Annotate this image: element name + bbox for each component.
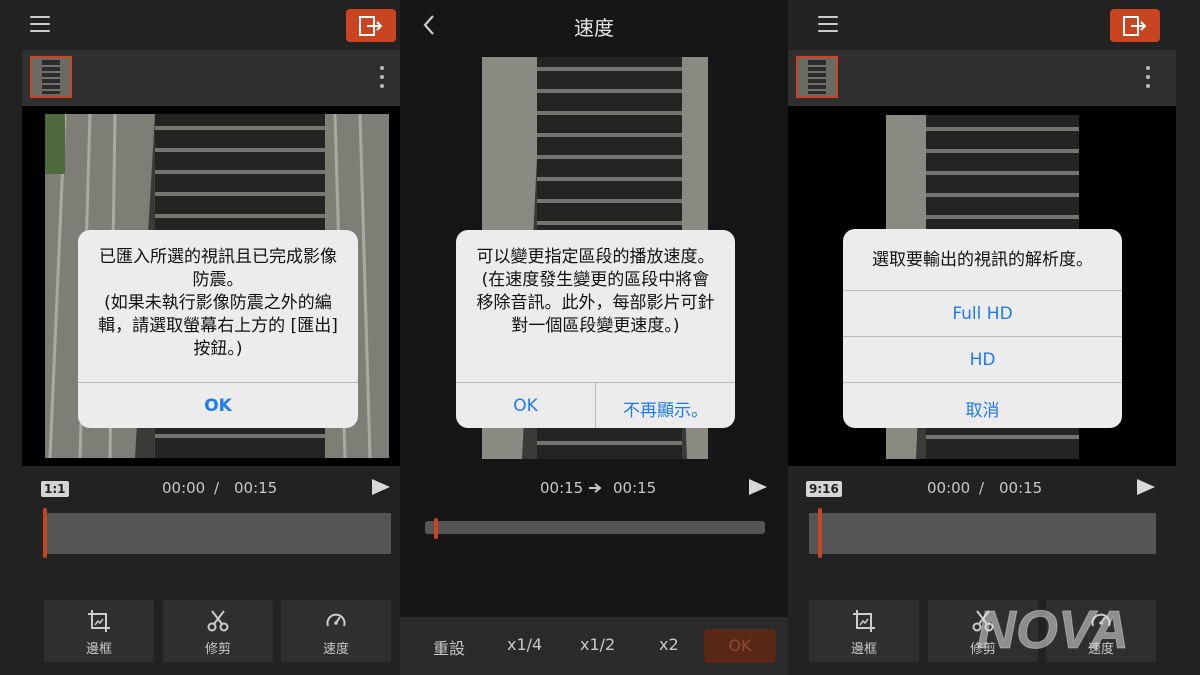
speed-info-dialog: 可以變更指定區段的播放速度。 (在速度發生變更的區段中將會移除音訊。此外，每部影… (456, 230, 735, 428)
dialog-message: 選取要輸出的視訊的解析度。 (872, 250, 1093, 270)
more-icon[interactable] (1145, 66, 1151, 90)
more-icon[interactable] (379, 66, 385, 90)
top-bar (788, 0, 1200, 48)
trim-button[interactable]: 修剪 (163, 600, 273, 662)
tool-label: 邊框 (850, 642, 877, 657)
play-icon[interactable] (372, 479, 390, 495)
dialog-message: 可以變更指定區段的播放速度。 (在速度發生變更的區段中將會移除音訊。此外，每部影… (476, 247, 715, 336)
page-title: 速度 (574, 16, 614, 40)
tool-label: 速度 (322, 642, 349, 657)
playhead[interactable] (434, 518, 438, 539)
segment-end-time: 00:15 (613, 479, 657, 497)
tool-label: 邊框 (85, 642, 112, 657)
full-hd-option[interactable]: Full HD (843, 304, 1122, 324)
export-button[interactable] (1110, 9, 1160, 42)
aspect-ratio-badge[interactable]: 9:16 (806, 481, 842, 497)
speed-gauge-icon (326, 613, 346, 627)
panel-speed: 速度 可以變更指定區段的播放速度。 (在速度發生變更的區段中將會移除音訊。此外，… (400, 0, 788, 675)
timeline-track[interactable] (809, 513, 1156, 554)
current-time: 00:00 (927, 479, 971, 497)
timeline-track[interactable] (46, 513, 391, 554)
export-icon (1123, 16, 1147, 36)
total-time: 00:15 (234, 479, 278, 497)
ok-button[interactable]: OK (78, 396, 358, 416)
playhead[interactable] (43, 508, 47, 558)
frame-icon (88, 610, 110, 632)
speed-double-button[interactable]: x2 (659, 635, 679, 654)
playhead[interactable] (818, 508, 822, 558)
total-time: 00:15 (999, 479, 1043, 497)
frame-button[interactable]: 邊框 (44, 600, 154, 662)
export-icon (359, 16, 383, 36)
panel-export: 選取要輸出的視訊的解析度。 Full HD HD 取消 9:16 00:00 /… (788, 0, 1200, 675)
arrow-right-icon (589, 483, 602, 493)
reset-button[interactable]: 重設 (433, 635, 465, 659)
play-icon[interactable] (749, 479, 767, 495)
clip-thumbnail[interactable] (30, 56, 72, 98)
top-bar: 速度 (400, 0, 788, 48)
clip-strip (788, 50, 1176, 106)
speed-half-button[interactable]: x1/2 (580, 635, 615, 654)
top-bar (0, 0, 400, 48)
speed-options-bar: 重設 x1/4 x1/2 x2 OK (400, 617, 788, 675)
current-time: 00:00 (162, 479, 206, 497)
export-button[interactable] (346, 9, 396, 42)
speed-track[interactable] (425, 521, 765, 534)
nova-watermark-logo: NOVA (977, 600, 1130, 659)
clip-thumbnail[interactable] (796, 56, 838, 98)
aspect-ratio-badge[interactable]: 1:1 (41, 481, 69, 497)
stabilize-dialog: 已匯入所選的視訊且已完成影像防震。 (如果未執行影像防震之外的編輯，請選取螢幕右… (78, 230, 358, 428)
menu-icon[interactable] (30, 16, 50, 32)
svg-text:NOVA: NOVA (977, 600, 1129, 658)
frame-button[interactable]: 邊框 (809, 600, 919, 662)
menu-icon[interactable] (818, 16, 838, 32)
speed-button[interactable]: 速度 (281, 600, 391, 662)
time-separator: / (979, 479, 985, 497)
panel-stabilize: 已匯入所選的視訊且已完成影像防震。 (如果未執行影像防震之外的編輯，請選取螢幕右… (0, 0, 400, 675)
segment-start-time: 00:15 (540, 479, 584, 497)
video-preview: 已匯入所選的視訊且已完成影像防震。 (如果未執行影像防震之外的編輯，請選取螢幕右… (22, 106, 400, 466)
ok-button[interactable]: OK (456, 396, 595, 416)
confirm-ok-button[interactable]: OK (704, 629, 776, 663)
play-icon[interactable] (1137, 479, 1155, 495)
dialog-message: 已匯入所選的視訊且已完成影像防震。 (如果未執行影像防震之外的編輯，請選取螢幕右… (98, 247, 338, 359)
clip-strip (22, 50, 400, 106)
frame-icon (853, 610, 875, 632)
cancel-button[interactable]: 取消 (843, 396, 1122, 421)
scissors-icon (207, 610, 229, 632)
hd-option[interactable]: HD (843, 350, 1122, 370)
resolution-dialog: 選取要輸出的視訊的解析度。 Full HD HD 取消 (843, 229, 1122, 428)
dont-show-again-button[interactable]: 不再顯示。 (596, 396, 735, 421)
speed-quarter-button[interactable]: x1/4 (507, 635, 542, 654)
time-separator: / (214, 479, 220, 497)
tool-label: 修剪 (204, 642, 231, 657)
